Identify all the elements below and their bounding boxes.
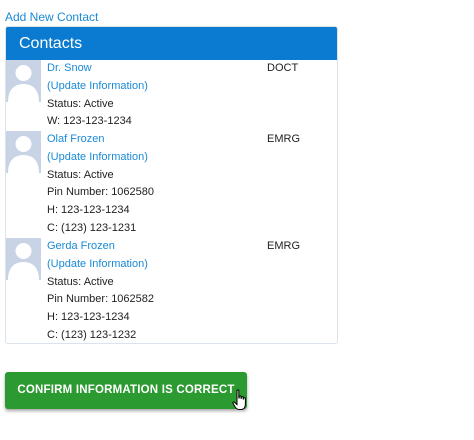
contact-type-code: DOCT: [267, 62, 299, 74]
hand-pointer-icon: [232, 389, 246, 410]
contact-phone: W: 123-123-1234: [47, 115, 132, 128]
contacts-panel: Contacts Dr. Snow (Update Information) S…: [5, 26, 338, 344]
contact-name-link[interactable]: Olaf Frozen: [47, 131, 154, 149]
contact-info: Olaf Frozen (Update Information) Status:…: [47, 131, 154, 238]
contact-cell-phone: C: (123) 123-1231: [47, 221, 137, 234]
contact-pin: Pin Number: 1062582: [47, 293, 155, 306]
contact-status: Status: Active: [47, 168, 114, 181]
contact-status: Status: Active: [47, 97, 114, 110]
contact-status: Status: Active: [47, 275, 114, 288]
avatar-icon: [6, 131, 41, 173]
contact-pin: Pin Number: 1062580: [47, 186, 155, 199]
contact-info: Dr. Snow (Update Information) Status: Ac…: [47, 60, 148, 131]
contact-home-phone: H: 123-123-1234: [47, 204, 130, 217]
contact-type-code: EMRG: [267, 240, 300, 252]
contact-cell-phone: C: (123) 123-1232: [47, 328, 137, 341]
confirm-information-button[interactable]: CONFIRM INFORMATION IS CORRECT: [5, 372, 247, 409]
contact-name-link[interactable]: Dr. Snow: [47, 60, 148, 78]
update-information-link[interactable]: (Update Information): [47, 149, 154, 167]
update-information-link[interactable]: (Update Information): [47, 256, 154, 274]
add-new-contact-link[interactable]: Add New Contact: [5, 10, 98, 24]
contact-name-link[interactable]: Gerda Frozen: [47, 238, 154, 256]
avatar-icon: [6, 60, 41, 102]
panel-title: Contacts: [6, 27, 337, 60]
contact-type-code: EMRG: [267, 133, 300, 145]
contact-info: Gerda Frozen (Update Information) Status…: [47, 238, 154, 345]
avatar-icon: [6, 238, 41, 280]
update-information-link[interactable]: (Update Information): [47, 78, 148, 96]
contact-home-phone: H: 123-123-1234: [47, 311, 130, 324]
